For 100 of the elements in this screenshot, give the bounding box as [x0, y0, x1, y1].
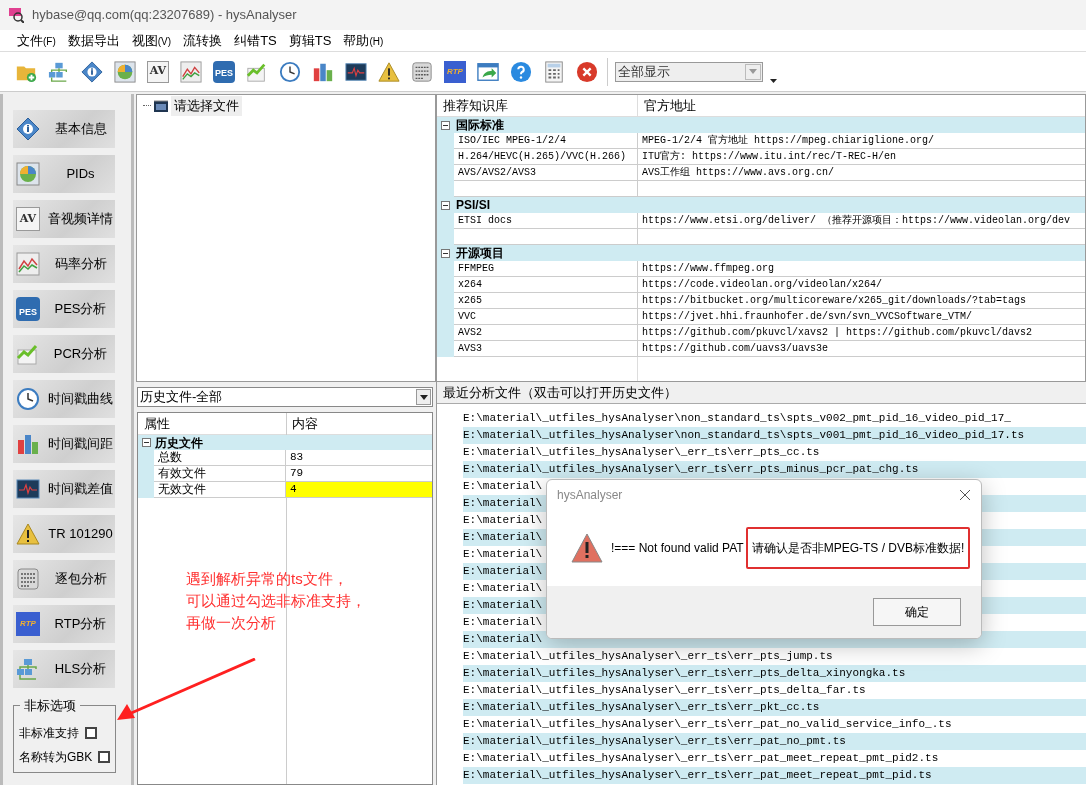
- sidebar-button[interactable]: PIDs: [13, 155, 115, 193]
- sidebar-button[interactable]: 时间戳曲线: [13, 380, 115, 418]
- sidebar-button[interactable]: HLS分析: [13, 650, 115, 688]
- sidebar-button[interactable]: 码率分析: [13, 245, 115, 283]
- menu-item[interactable]: 剪辑TS: [283, 30, 337, 51]
- close-icon[interactable]: [959, 489, 971, 501]
- waveform-monitor-icon: [16, 477, 40, 501]
- file-path[interactable]: E:\material\_utfiles_hysAnalyser\_err_ts\err_pat_meet_repeat_pmt_pid2.ts: [463, 750, 939, 767]
- column-header[interactable]: 官方地址: [638, 95, 1085, 116]
- menu-item[interactable]: 文件(F): [12, 30, 61, 51]
- sidebar-button[interactable]: TR 101290: [13, 515, 115, 553]
- checkbox[interactable]: [85, 727, 97, 739]
- checkbox[interactable]: [98, 751, 111, 763]
- binary-data-icon: [411, 60, 433, 83]
- table-cell: https://github.com/uavs3/uavs3e: [638, 341, 1085, 357]
- table-cell: H.264/HEVC(H.265)/VVC(H.266): [454, 149, 638, 165]
- panel-title: 最近分析文件（双击可以打开历史文件）: [443, 383, 677, 402]
- tree-item[interactable]: 请选择文件: [171, 96, 242, 116]
- file-path[interactable]: E:\material\: [463, 580, 543, 597]
- trend-chart-icon: [16, 342, 40, 366]
- view-select[interactable]: 全部显示: [615, 61, 763, 82]
- menu-item[interactable]: 视图(V): [126, 30, 177, 51]
- highlighted-message: 请确认是否非MPEG-TS / DVB标准数据!: [745, 527, 971, 569]
- group-title: 历史文件: [155, 434, 203, 451]
- file-path[interactable]: E:\material\_utfiles_hysAnalyser\_err_ts\err_pat_no_valid_service_info_.ts: [463, 716, 952, 733]
- column-header[interactable]: 内容: [287, 413, 432, 434]
- file-path[interactable]: E:\material\: [463, 546, 543, 563]
- collapse-icon[interactable]: [441, 248, 450, 258]
- file-path[interactable]: E:\material\: [463, 597, 543, 614]
- column-header[interactable]: 属性: [138, 413, 287, 434]
- ok-button[interactable]: 确定: [873, 598, 961, 626]
- sidebar-button[interactable]: 时间戳间距: [13, 425, 115, 463]
- menu-item[interactable]: 纠错TS: [229, 30, 282, 51]
- menu-item[interactable]: 帮助(H): [338, 30, 389, 51]
- app-logo-icon: [8, 7, 24, 23]
- group-title: 开源项目: [456, 245, 504, 262]
- toolbar-button[interactable]: AV: [145, 58, 171, 85]
- collapse-icon[interactable]: [441, 120, 450, 130]
- network-icon: [16, 657, 40, 681]
- calculator-icon: [543, 60, 565, 83]
- file-path[interactable]: E:\material\_utfiles_hysAnalyser\_err_ts\err_pts_cc.ts: [463, 444, 820, 461]
- help-icon: [510, 60, 532, 83]
- collapse-icon[interactable]: [142, 438, 151, 447]
- sidebar-button[interactable]: AV 音视频详情: [13, 200, 115, 238]
- group-title: PSI/SI: [456, 197, 490, 214]
- file-path[interactable]: E:\material\: [463, 529, 543, 546]
- av-icon: AV: [16, 207, 40, 231]
- sidebar-button[interactable]: 时间戳差值: [13, 470, 115, 508]
- file-path[interactable]: E:\material\: [463, 478, 543, 495]
- pes-icon: PES: [16, 297, 40, 321]
- table-cell: AVS工作组 https://www.avs.org.cn/: [638, 165, 1085, 181]
- table-cell: https://bitbucket.org/multicoreware/x265_git/downloads/?tab=tags: [638, 293, 1085, 309]
- table-cell: MPEG-1/2/4 官方地址 https://mpeg.chiariglione.org/: [638, 133, 1085, 149]
- warning-icon: [571, 533, 603, 563]
- table-cell: x264: [454, 277, 638, 293]
- row-gutter: [138, 482, 154, 498]
- file-path[interactable]: E:\material\_utfiles_hysAnalyser\non_standard_ts\spts_v002_pmt_pid_16_video_pid_17_: [463, 410, 1011, 427]
- history-select[interactable]: 历史文件-全部: [137, 387, 433, 407]
- caret-icon[interactable]: [770, 78, 777, 83]
- sidebar-button[interactable]: 基本信息: [13, 110, 115, 148]
- info-icon: [81, 60, 103, 83]
- collapse-icon[interactable]: [441, 200, 450, 210]
- table-cell: ISO/IEC MPEG-1/2/4: [454, 133, 638, 149]
- file-path[interactable]: E:\material\_utfiles_hysAnalyser\_err_ts\err_pts_delta_far.ts: [463, 682, 866, 699]
- table-cell: https://jvet.hhi.fraunhofer.de/svn/svn_VVCSoftware_VTM/: [638, 309, 1085, 325]
- info-icon: [16, 117, 40, 141]
- sidebar-button[interactable]: 逐包分析: [13, 560, 115, 598]
- file-path[interactable]: E:\material\: [463, 495, 543, 512]
- file-path[interactable]: E:\material\: [463, 512, 543, 529]
- property-value: 79: [286, 466, 432, 482]
- toolbar-button[interactable]: PES: [211, 58, 237, 85]
- property-value: 4: [286, 482, 432, 498]
- clock-icon: [16, 387, 40, 411]
- menu-item[interactable]: 数据导出: [62, 30, 125, 51]
- table-cell: ETSI docs: [454, 213, 638, 229]
- dialog-message: !=== Not found valid PAT: [611, 540, 744, 557]
- table-cell: VVC: [454, 309, 638, 325]
- close-icon: [576, 60, 598, 83]
- sidebar-button[interactable]: PCR分析: [13, 335, 115, 373]
- property-value: 83: [286, 450, 432, 466]
- toolbar-button[interactable]: [79, 58, 105, 85]
- warning-icon: [16, 522, 40, 546]
- table-cell: x265: [454, 293, 638, 309]
- table-cell: https://github.com/pkuvcl/xavs2 | https://github.com/pkuvcl/davs2: [638, 325, 1085, 341]
- table-cell: https://code.videolan.org/videolan/x264/: [638, 277, 1085, 293]
- sidebar-button[interactable]: PES PES分析: [13, 290, 115, 328]
- file-path[interactable]: E:\material\: [463, 614, 543, 631]
- table-cell: https://www.ffmpeg.org: [638, 261, 1085, 277]
- window-title: hybase@qq.com(qq:23207689) - hysAnalyser: [32, 6, 297, 25]
- file-path[interactable]: E:\material\: [463, 563, 543, 580]
- property-name: 有效文件: [154, 466, 286, 482]
- bar-chart-icon: [16, 432, 40, 456]
- column-header[interactable]: 推荐知识库: [437, 95, 638, 116]
- file-path[interactable]: E:\material\_utfiles_hysAnalyser\_err_ts\err_pts_jump.ts: [463, 648, 833, 665]
- sidebar-button[interactable]: RTP RTP分析: [13, 605, 115, 643]
- file-path[interactable]: E:\material\: [463, 631, 543, 648]
- rtp-icon: RTP: [16, 612, 40, 636]
- menu-item[interactable]: 流转换: [178, 30, 228, 51]
- option-label: 非标准支持: [19, 725, 79, 742]
- property-name: 无效文件: [154, 482, 286, 498]
